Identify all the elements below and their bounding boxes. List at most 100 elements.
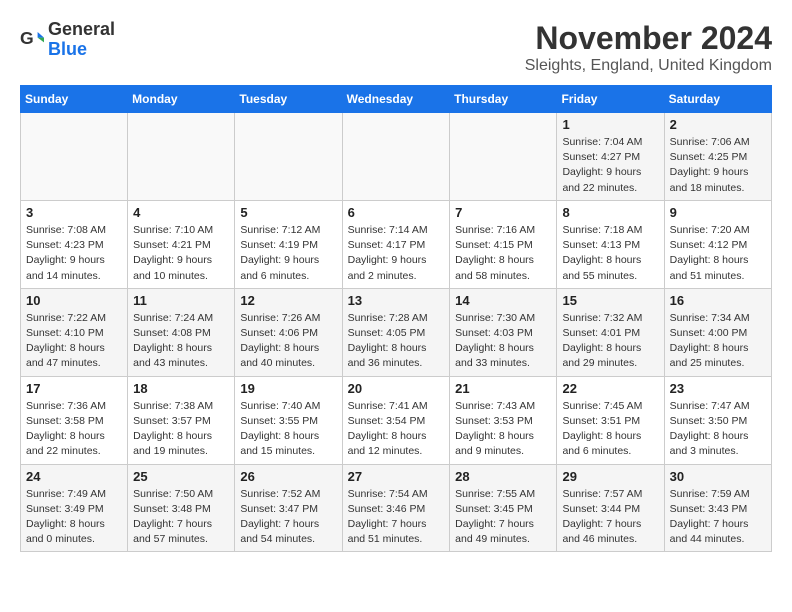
- day-number: 17: [26, 381, 122, 396]
- day-number: 16: [670, 293, 766, 308]
- weekday-header-monday: Monday: [128, 86, 235, 113]
- calendar-cell: 1 Sunrise: 7:04 AM Sunset: 4:27 PM Daylig…: [557, 113, 664, 201]
- day-number: 19: [240, 381, 336, 396]
- day-number: 28: [455, 469, 551, 484]
- calendar-cell: 25 Sunrise: 7:50 AM Sunset: 3:48 PM Dayli…: [128, 464, 235, 552]
- calendar-cell: 30 Sunrise: 7:59 AM Sunset: 3:43 PM Dayli…: [664, 464, 771, 552]
- day-number: 29: [562, 469, 658, 484]
- day-number: 8: [562, 205, 658, 220]
- svg-text:G: G: [20, 28, 34, 48]
- day-number: 6: [348, 205, 445, 220]
- day-number: 2: [670, 117, 766, 132]
- calendar-cell: 4 Sunrise: 7:10 AM Sunset: 4:21 PM Daylig…: [128, 200, 235, 288]
- day-number: 23: [670, 381, 766, 396]
- day-info: Sunrise: 7:40 AM Sunset: 3:55 PM Dayligh…: [240, 399, 336, 460]
- calendar-cell: 13 Sunrise: 7:28 AM Sunset: 4:05 PM Dayli…: [342, 288, 450, 376]
- calendar-cell: 16 Sunrise: 7:34 AM Sunset: 4:00 PM Dayli…: [664, 288, 771, 376]
- calendar-cell: [21, 113, 128, 201]
- day-info: Sunrise: 7:49 AM Sunset: 3:49 PM Dayligh…: [26, 487, 122, 548]
- day-number: 18: [133, 381, 229, 396]
- day-info: Sunrise: 7:43 AM Sunset: 3:53 PM Dayligh…: [455, 399, 551, 460]
- day-info: Sunrise: 7:30 AM Sunset: 4:03 PM Dayligh…: [455, 311, 551, 372]
- calendar-week-row: 3 Sunrise: 7:08 AM Sunset: 4:23 PM Daylig…: [21, 200, 772, 288]
- day-number: 1: [562, 117, 658, 132]
- day-info: Sunrise: 7:08 AM Sunset: 4:23 PM Dayligh…: [26, 223, 122, 284]
- day-number: 5: [240, 205, 336, 220]
- day-info: Sunrise: 7:14 AM Sunset: 4:17 PM Dayligh…: [348, 223, 445, 284]
- day-info: Sunrise: 7:22 AM Sunset: 4:10 PM Dayligh…: [26, 311, 122, 372]
- day-info: Sunrise: 7:20 AM Sunset: 4:12 PM Dayligh…: [670, 223, 766, 284]
- day-number: 3: [26, 205, 122, 220]
- month-title: November 2024: [525, 20, 772, 57]
- calendar-cell: [342, 113, 450, 201]
- day-info: Sunrise: 7:34 AM Sunset: 4:00 PM Dayligh…: [670, 311, 766, 372]
- calendar-cell: 23 Sunrise: 7:47 AM Sunset: 3:50 PM Dayli…: [664, 376, 771, 464]
- day-number: 9: [670, 205, 766, 220]
- calendar-cell: 20Sunrise: 7:41 AM Sunset: 3:54 PM Dayli…: [342, 376, 450, 464]
- calendar-cell: 2Sunrise: 7:06 AM Sunset: 4:25 PM Daylig…: [664, 113, 771, 201]
- page-header: G General Blue November 2024 Sleights, E…: [20, 20, 772, 75]
- location-subtitle: Sleights, England, United Kingdom: [525, 57, 772, 75]
- calendar-week-row: 17 Sunrise: 7:36 AM Sunset: 3:58 PM Dayli…: [21, 376, 772, 464]
- day-info: Sunrise: 7:54 AM Sunset: 3:46 PM Dayligh…: [348, 487, 445, 548]
- weekday-header-wednesday: Wednesday: [342, 86, 450, 113]
- calendar-cell: 27 Sunrise: 7:54 AM Sunset: 3:46 PM Dayli…: [342, 464, 450, 552]
- day-number: 7: [455, 205, 551, 220]
- logo-blue: Blue: [48, 40, 115, 60]
- day-info: Sunrise: 7:59 AM Sunset: 3:43 PM Dayligh…: [670, 487, 766, 548]
- day-info: Sunrise: 7:50 AM Sunset: 3:48 PM Dayligh…: [133, 487, 229, 548]
- calendar-cell: [128, 113, 235, 201]
- day-info: Sunrise: 7:57 AM Sunset: 3:44 PM Dayligh…: [562, 487, 658, 548]
- day-number: 26: [240, 469, 336, 484]
- calendar-cell: 5 Sunrise: 7:12 AM Sunset: 4:19 PM Daylig…: [235, 200, 342, 288]
- day-info: Sunrise: 7:16 AM Sunset: 4:15 PM Dayligh…: [455, 223, 551, 284]
- day-number: 27: [348, 469, 445, 484]
- logo-general: General: [48, 20, 115, 40]
- calendar-cell: 6 Sunrise: 7:14 AM Sunset: 4:17 PM Daylig…: [342, 200, 450, 288]
- calendar-cell: 22Sunrise: 7:45 AM Sunset: 3:51 PM Dayli…: [557, 376, 664, 464]
- day-number: 11: [133, 293, 229, 308]
- day-info: Sunrise: 7:10 AM Sunset: 4:21 PM Dayligh…: [133, 223, 229, 284]
- day-info: Sunrise: 7:47 AM Sunset: 3:50 PM Dayligh…: [670, 399, 766, 460]
- day-number: 13: [348, 293, 445, 308]
- day-number: 12: [240, 293, 336, 308]
- title-section: November 2024 Sleights, England, United …: [525, 20, 772, 75]
- calendar-cell: [235, 113, 342, 201]
- day-info: Sunrise: 7:52 AM Sunset: 3:47 PM Dayligh…: [240, 487, 336, 548]
- calendar-cell: 14 Sunrise: 7:30 AM Sunset: 4:03 PM Dayli…: [450, 288, 557, 376]
- day-number: 30: [670, 469, 766, 484]
- calendar-week-row: 24 Sunrise: 7:49 AM Sunset: 3:49 PM Dayli…: [21, 464, 772, 552]
- calendar-week-row: 10Sunrise: 7:22 AM Sunset: 4:10 PM Dayli…: [21, 288, 772, 376]
- calendar-cell: 28 Sunrise: 7:55 AM Sunset: 3:45 PM Dayli…: [450, 464, 557, 552]
- day-info: Sunrise: 7:36 AM Sunset: 3:58 PM Dayligh…: [26, 399, 122, 460]
- day-number: 14: [455, 293, 551, 308]
- calendar-cell: 26 Sunrise: 7:52 AM Sunset: 3:47 PM Dayli…: [235, 464, 342, 552]
- calendar-cell: 17 Sunrise: 7:36 AM Sunset: 3:58 PM Dayli…: [21, 376, 128, 464]
- day-info: Sunrise: 7:04 AM Sunset: 4:27 PM Dayligh…: [562, 135, 658, 196]
- day-info: Sunrise: 7:55 AM Sunset: 3:45 PM Dayligh…: [455, 487, 551, 548]
- day-number: 15: [562, 293, 658, 308]
- calendar-cell: 24 Sunrise: 7:49 AM Sunset: 3:49 PM Dayli…: [21, 464, 128, 552]
- calendar-cell: 9 Sunrise: 7:20 AM Sunset: 4:12 PM Daylig…: [664, 200, 771, 288]
- calendar-cell: 8 Sunrise: 7:18 AM Sunset: 4:13 PM Daylig…: [557, 200, 664, 288]
- day-info: Sunrise: 7:28 AM Sunset: 4:05 PM Dayligh…: [348, 311, 445, 372]
- day-number: 21: [455, 381, 551, 396]
- day-number: 4: [133, 205, 229, 220]
- calendar-table: SundayMondayTuesdayWednesdayThursdayFrid…: [20, 85, 772, 552]
- logo-text: General Blue: [48, 20, 115, 60]
- day-info: Sunrise: 7:18 AM Sunset: 4:13 PM Dayligh…: [562, 223, 658, 284]
- weekday-header-tuesday: Tuesday: [235, 86, 342, 113]
- day-info: Sunrise: 7:26 AM Sunset: 4:06 PM Dayligh…: [240, 311, 336, 372]
- day-info: Sunrise: 7:12 AM Sunset: 4:19 PM Dayligh…: [240, 223, 336, 284]
- calendar-cell: 19 Sunrise: 7:40 AM Sunset: 3:55 PM Dayli…: [235, 376, 342, 464]
- calendar-cell: 3 Sunrise: 7:08 AM Sunset: 4:23 PM Daylig…: [21, 200, 128, 288]
- calendar-cell: 11 Sunrise: 7:24 AM Sunset: 4:08 PM Dayli…: [128, 288, 235, 376]
- logo-icon: G: [20, 28, 44, 52]
- day-info: Sunrise: 7:32 AM Sunset: 4:01 PM Dayligh…: [562, 311, 658, 372]
- day-number: 24: [26, 469, 122, 484]
- day-number: 20: [348, 381, 445, 396]
- day-number: 22: [562, 381, 658, 396]
- calendar-header-row: SundayMondayTuesdayWednesdayThursdayFrid…: [21, 86, 772, 113]
- day-info: Sunrise: 7:24 AM Sunset: 4:08 PM Dayligh…: [133, 311, 229, 372]
- day-number: 25: [133, 469, 229, 484]
